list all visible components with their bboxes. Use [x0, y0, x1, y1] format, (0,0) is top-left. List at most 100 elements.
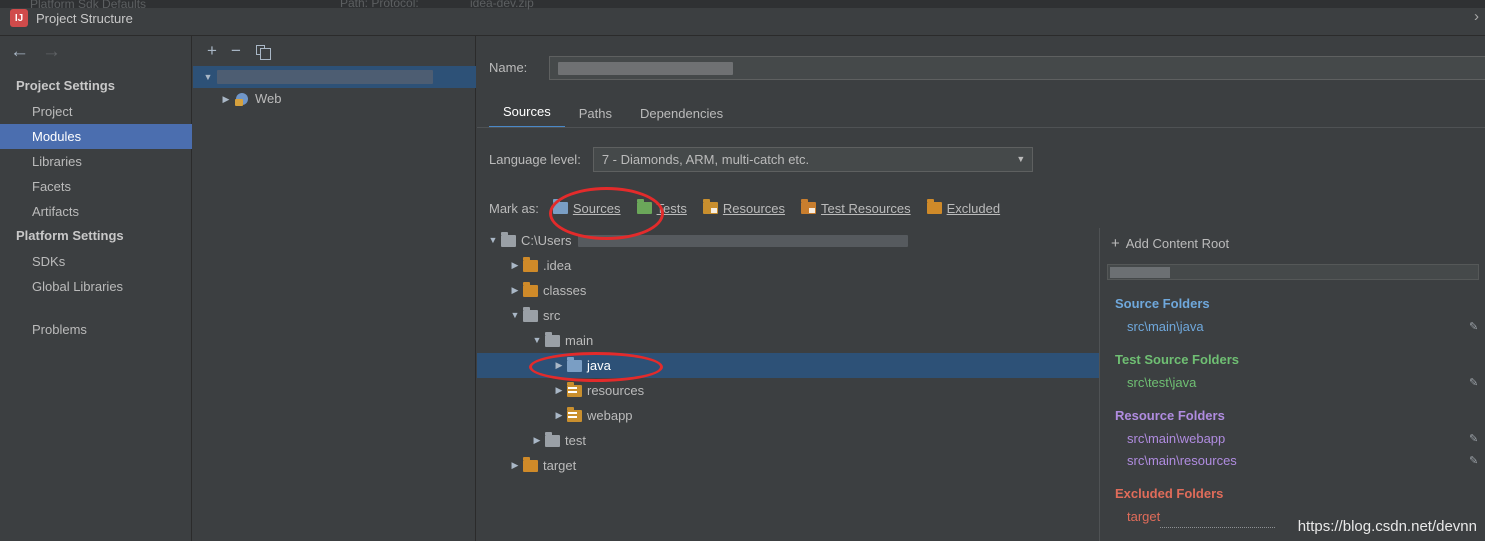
pencil-icon[interactable]: ✎: [1469, 320, 1481, 333]
file-tree-row-idea[interactable]: ▶ .idea: [477, 253, 1099, 278]
source-folder-path[interactable]: src\main\java: [1127, 319, 1204, 334]
folder-orange-icon: [523, 456, 543, 472]
language-level-value: 7 - Diamonds, ARM, multi-catch etc.: [601, 151, 810, 167]
sidebar-item-facets[interactable]: Facets: [0, 174, 192, 199]
sidebar-item-libraries[interactable]: Libraries: [0, 149, 192, 174]
mark-as-excluded-label: Excluded: [946, 200, 1001, 216]
ghost-text-mid: Path: Protocol:: [340, 0, 419, 10]
folder-orange-icon: [523, 256, 543, 272]
module-list-panel: + − ▼ ▶ Web: [193, 36, 476, 541]
file-tree-row-java[interactable]: ▶ java: [477, 353, 1099, 378]
mark-as-sources-button[interactable]: Sources: [552, 199, 621, 216]
name-label: Name:: [489, 60, 528, 75]
pencil-icon[interactable]: ✎: [1469, 454, 1481, 467]
sidebar-item-sdks[interactable]: SDKs: [0, 249, 192, 274]
language-level-label: Language level:: [489, 151, 581, 167]
resource-folder-path-2[interactable]: src\main\resources: [1127, 453, 1237, 468]
mark-as-row: Mark as: Sources Tests Resources Test Re…: [489, 196, 1016, 220]
language-level-select[interactable]: 7 - Diamonds, ARM, multi-catch etc. ▼: [592, 146, 1033, 172]
forward-arrow-icon[interactable]: →: [42, 42, 61, 61]
folder-gray-icon: [501, 231, 521, 247]
file-tree-row-src[interactable]: ▼ src: [477, 303, 1099, 328]
pencil-icon[interactable]: ✎: [1469, 432, 1481, 445]
file-tree-row-webapp[interactable]: ▶ webapp: [477, 403, 1099, 428]
module-list-toolbar: + −: [193, 36, 476, 66]
sidebar-item-project[interactable]: Project: [0, 99, 192, 124]
back-arrow-icon[interactable]: ←: [10, 42, 29, 61]
language-level-row: Language level: 7 - Diamonds, ARM, multi…: [489, 146, 1033, 172]
sidebar-group-platform-settings: Platform Settings: [16, 228, 124, 243]
mark-as-excluded-button[interactable]: Excluded: [926, 199, 1001, 216]
tree-row-module[interactable]: ▼: [193, 66, 476, 88]
add-content-root-label: Add Content Root: [1125, 236, 1230, 251]
file-tree-row-label: resources: [587, 383, 645, 398]
file-tree-row-label: main: [565, 333, 594, 348]
mark-as-sources-label: Sources: [572, 200, 621, 216]
tab-paths[interactable]: Paths: [565, 102, 626, 128]
mark-as-tests-button[interactable]: Tests: [636, 199, 687, 216]
watermark-text: https://blog.csdn.net/devnn: [1297, 518, 1477, 535]
chevron-down-icon[interactable]: ▼: [507, 303, 523, 328]
file-tree-row-main[interactable]: ▼ main: [477, 328, 1099, 353]
resource-folder-path-1[interactable]: src\main\webapp: [1127, 431, 1225, 446]
sidebar-group-project-settings: Project Settings: [16, 78, 115, 93]
chevron-right-icon[interactable]: ▶: [529, 428, 545, 453]
test-resources-folder-icon: [801, 199, 817, 214]
file-tree-row-resources[interactable]: ▶ resources: [477, 378, 1099, 403]
web-facet-icon: [235, 92, 251, 106]
excluded-folder-path[interactable]: target: [1127, 509, 1160, 524]
resources-folder-icon: [567, 381, 587, 397]
mark-as-label: Mark as:: [489, 200, 539, 216]
content-root-path-field[interactable]: [1107, 264, 1479, 280]
sidebar-item-global-libraries[interactable]: Global Libraries: [0, 274, 192, 299]
chevron-right-icon[interactable]: ▶: [217, 88, 235, 110]
chevron-down-icon[interactable]: ▼: [529, 328, 545, 353]
name-input[interactable]: [549, 56, 1485, 80]
chevron-right-icon[interactable]: ▶: [551, 378, 567, 403]
sidebar-item-problems[interactable]: Problems: [0, 317, 192, 342]
chevron-right-icon[interactable]: ▶: [507, 453, 523, 478]
tab-sources[interactable]: Sources: [489, 100, 565, 128]
chevron-right-icon[interactable]: ▶: [551, 353, 567, 378]
sidebar-item-modules[interactable]: Modules: [0, 124, 192, 149]
mark-as-resources-button[interactable]: Resources: [702, 199, 786, 216]
resource-bars-icon: [809, 208, 816, 213]
project-structure-dialog: Platform Sdk Defaults Path: Protocol: id…: [0, 0, 1485, 541]
chevron-right-icon[interactable]: ▶: [551, 403, 567, 428]
file-tree-row-label: java: [587, 358, 611, 373]
pencil-icon[interactable]: ✎: [1469, 376, 1481, 389]
file-tree-row-users[interactable]: ▼ C:\Users: [477, 228, 1099, 253]
ghost-text-right: idea-dev.zip: [470, 0, 534, 10]
mark-as-resources-label: Resources: [722, 200, 786, 216]
tab-dependencies[interactable]: Dependencies: [626, 102, 737, 128]
chevron-down-icon[interactable]: ▼: [485, 228, 501, 253]
sidebar-item-artifacts[interactable]: Artifacts: [0, 199, 192, 224]
mark-as-test-resources-button[interactable]: Test Resources: [801, 199, 911, 216]
folder-orange-icon: [523, 281, 543, 297]
file-tree-row-test[interactable]: ▶ test: [477, 428, 1099, 453]
copy-module-button[interactable]: [249, 40, 271, 62]
add-module-button[interactable]: +: [201, 40, 223, 62]
chevron-right-icon[interactable]: ▶: [507, 253, 523, 278]
chevron-down-icon[interactable]: ▼: [199, 66, 217, 88]
mark-as-test-resources-label: Test Resources: [821, 200, 911, 216]
settings-sidebar: ← → Project Settings Project Modules Lib…: [0, 36, 192, 541]
module-tabs: Sources Paths Dependencies: [489, 98, 737, 128]
file-tree-row-classes[interactable]: ▶ classes: [477, 278, 1099, 303]
sources-folder-icon: [552, 199, 568, 214]
test-source-folder-path[interactable]: src\test\java: [1127, 375, 1196, 390]
page-title: Project Structure: [36, 11, 133, 26]
sidebar-nav-arrows: ← →: [0, 36, 192, 68]
chevron-down-icon[interactable]: ▼: [1010, 148, 1032, 171]
tree-row-web-facet[interactable]: ▶ Web: [193, 88, 476, 110]
remove-module-button[interactable]: −: [225, 40, 247, 62]
chevron-right-icon[interactable]: ▶: [507, 278, 523, 303]
file-tree-row-label: C:\Users: [521, 233, 572, 248]
file-tree-row-target[interactable]: ▶ target: [477, 453, 1099, 478]
add-content-root-button[interactable]: + Add Content Root: [1111, 236, 1230, 252]
tree-row-label: Web: [255, 91, 282, 106]
close-icon[interactable]: ›: [1474, 8, 1479, 25]
excluded-folder-icon: [926, 199, 942, 214]
test-source-folders-heading: Test Source Folders: [1115, 352, 1240, 367]
